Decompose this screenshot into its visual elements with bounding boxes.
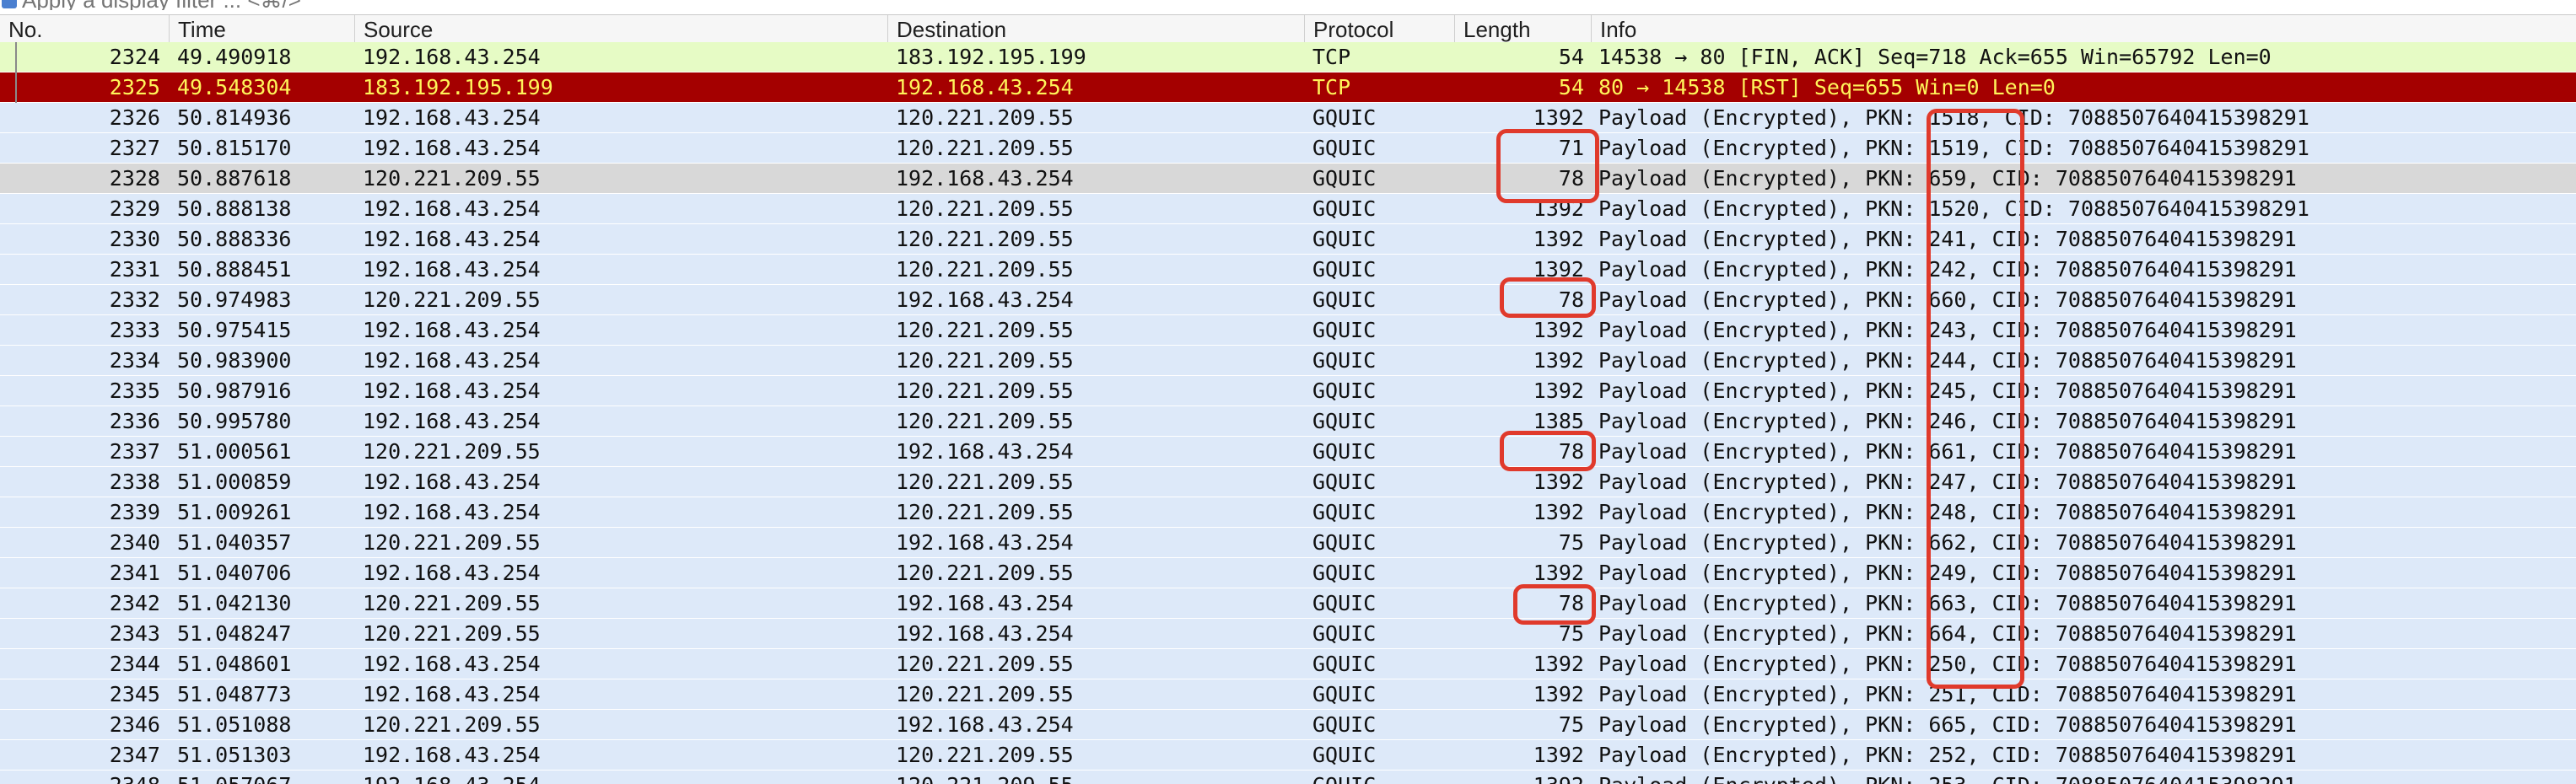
cell-info: Payload (Encrypted), PKN: 241, CID: 7088… xyxy=(1598,227,2297,251)
cell-length: 1392 xyxy=(1533,257,1584,282)
cell-length: 1392 xyxy=(1533,561,1584,585)
column-header-destination[interactable]: Destination xyxy=(887,15,1304,42)
cell-length: 71 xyxy=(1558,136,1584,160)
cell-info: Payload (Encrypted), PKN: 243, CID: 7088… xyxy=(1598,318,2297,342)
cell-length: 1392 xyxy=(1533,470,1584,494)
cell-length: 1392 xyxy=(1533,227,1584,251)
packet-row[interactable]: 2324 49.490918 192.168.43.254 183.192.195.1… xyxy=(0,42,2576,72)
column-header-time[interactable]: Time xyxy=(169,15,354,42)
cell-length: 54 xyxy=(1558,45,1584,69)
packet-row[interactable]: 2329 50.888138 192.168.43.254 120.221.209.5… xyxy=(0,194,2576,224)
cell-length: 54 xyxy=(1558,75,1584,99)
cell-info: Payload (Encrypted), PKN: 659, CID: 7088… xyxy=(1598,166,2297,191)
cell-info: Payload (Encrypted), PKN: 1518, CID: 708… xyxy=(1598,105,2309,130)
cell-info: 80 → 14538 [RST] Seq=655 Win=0 Len=0 xyxy=(1598,75,2056,99)
cell-info: Payload (Encrypted), PKN: 661, CID: 7088… xyxy=(1598,439,2297,464)
packet-row[interactable]: 2341 51.040706 192.168.43.254 120.221.209.5… xyxy=(0,558,2576,588)
cell-info: 14538 → 80 [FIN, ACK] Seq=718 Ack=655 Wi… xyxy=(1598,45,2272,69)
cell-length: 78 xyxy=(1558,439,1584,464)
cell-length: 78 xyxy=(1558,591,1584,615)
cell-length: 75 xyxy=(1558,712,1584,737)
column-header-length[interactable]: Length xyxy=(1454,15,1591,42)
display-filter-bar xyxy=(0,0,2576,15)
cell-length: 78 xyxy=(1558,287,1584,312)
cell-length: 1392 xyxy=(0,771,1584,784)
cell-info: Payload (Encrypted), PKN: 246, CID: 7088… xyxy=(1598,409,2297,433)
cell-info: Payload (Encrypted), PKN: 244, CID: 7088… xyxy=(1598,348,2297,373)
column-header-protocol[interactable]: Protocol xyxy=(1304,15,1454,42)
cell-length: 1392 xyxy=(1533,105,1584,130)
cell-length: 1392 xyxy=(1533,348,1584,373)
packet-row[interactable]: 2335 50.987916 192.168.43.254 120.221.209.5… xyxy=(0,376,2576,406)
cell-info: Payload (Encrypted), PKN: 247, CID: 7088… xyxy=(1598,470,2297,494)
packet-row[interactable]: 2342 51.042130 120.221.209.55 192.168.43.25… xyxy=(0,588,2576,619)
cell-info: Payload (Encrypted), PKN: 249, CID: 7088… xyxy=(1598,561,2297,585)
packet-row[interactable]: 2332 50.974983 120.221.209.55 192.168.43.25… xyxy=(0,285,2576,315)
packet-list-header: No. Time Source Destination Protocol Len… xyxy=(0,15,2576,43)
cell-length: 1392 xyxy=(1533,652,1584,676)
bookmark-filter-icon[interactable] xyxy=(2,0,17,8)
packet-row[interactable]: 2330 50.888336 192.168.43.254 120.221.209.5… xyxy=(0,224,2576,255)
cell-info: Payload (Encrypted), PKN: 251, CID: 7088… xyxy=(1598,682,2297,706)
packet-row[interactable]: 2338 51.000859 192.168.43.254 120.221.209.5… xyxy=(0,467,2576,497)
packet-row[interactable]: 2346 51.051088 120.221.209.55 192.168.43.25… xyxy=(0,710,2576,740)
column-header-source[interactable]: Source xyxy=(354,15,887,42)
cell-length: 1392 xyxy=(1533,500,1584,524)
packet-row[interactable]: 234851.057067192.168.43.254120.221.209.5… xyxy=(0,771,2576,784)
cell-length: 75 xyxy=(1558,530,1584,555)
cell-length: 78 xyxy=(1558,166,1584,191)
packet-row[interactable]: 2337 51.000561 120.221.209.55 192.168.43.25… xyxy=(0,437,2576,467)
packet-row[interactable]: 2327 50.815170 192.168.43.254 120.221.209.5… xyxy=(0,133,2576,164)
packet-row[interactable]: 2326 50.814936 192.168.43.254 120.221.209.5… xyxy=(0,103,2576,133)
packet-row[interactable]: 2331 50.888451 192.168.43.254 120.221.209.5… xyxy=(0,255,2576,285)
cell-info: Payload (Encrypted), PKN: 248, CID: 7088… xyxy=(1598,500,2297,524)
packet-row[interactable]: 2345 51.048773 192.168.43.254 120.221.209.5… xyxy=(0,679,2576,710)
packet-row[interactable]: 2347 51.051303 192.168.43.254 120.221.209.5… xyxy=(0,740,2576,771)
packet-list: 2324 49.490918 192.168.43.254 183.192.195.1… xyxy=(0,42,2576,784)
cell-info: Payload (Encrypted), PKN: 662, CID: 7088… xyxy=(1598,530,2297,555)
cell-info: Payload (Encrypted), PKN: 664, CID: 7088… xyxy=(1598,621,2297,646)
cell-info: Payload (Encrypted), PKN: 242, CID: 7088… xyxy=(1598,257,2297,282)
cell-info: Payload (Encrypted), PKN: 660, CID: 7088… xyxy=(1598,287,2297,312)
packet-row[interactable]: 2344 51.048601 192.168.43.254 120.221.209.5… xyxy=(0,649,2576,679)
display-filter-input[interactable] xyxy=(22,0,2569,10)
packet-row[interactable]: 2343 51.048247 120.221.209.55 192.168.43.25… xyxy=(0,619,2576,649)
cell-info: Payload (Encrypted), PKN: 245, CID: 7088… xyxy=(1598,379,2297,403)
packet-row[interactable]: 2333 50.975415 192.168.43.254 120.221.209.5… xyxy=(0,315,2576,346)
cell-length: 1392 xyxy=(1533,196,1584,221)
cell-info: Payload (Encrypted), PKN: 1520, CID: 708… xyxy=(1598,196,2309,221)
cell-info: Payload (Encrypted), PKN: 663, CID: 7088… xyxy=(1598,591,2297,615)
packet-row[interactable]: 2328 50.887618 120.221.209.55 192.168.43.25… xyxy=(0,164,2576,194)
cell-length: 75 xyxy=(1558,621,1584,646)
packet-row[interactable]: 2336 50.995780 192.168.43.254 120.221.209.5… xyxy=(0,406,2576,437)
cell-info: Payload (Encrypted), PKN: 665, CID: 7088… xyxy=(1598,712,2297,737)
cell-length: 1392 xyxy=(1533,318,1584,342)
packet-row[interactable]: 2340 51.040357 120.221.209.55 192.168.43.25… xyxy=(0,528,2576,558)
cell-length: 1392 xyxy=(1533,379,1584,403)
column-header-no[interactable]: No. xyxy=(0,15,169,42)
cell-info: Payload (Encrypted), PKN: 252, CID: 7088… xyxy=(1598,743,2297,767)
packet-row[interactable]: 2325 49.548304 183.192.195.199 192.168.43.2… xyxy=(0,72,2576,103)
cell-info: Payload (Encrypted), PKN: 253, CID: 7088… xyxy=(1598,771,2297,784)
column-header-info[interactable]: Info xyxy=(1591,15,2576,42)
packet-row[interactable]: 2334 50.983900 192.168.43.254 120.221.209.5… xyxy=(0,346,2576,376)
packet-row[interactable]: 2339 51.009261 192.168.43.254 120.221.209.5… xyxy=(0,497,2576,528)
cell-length: 1392 xyxy=(1533,743,1584,767)
cell-length: 1392 xyxy=(1533,682,1584,706)
cell-info: Payload (Encrypted), PKN: 1519, CID: 708… xyxy=(1598,136,2309,160)
cell-length: 1385 xyxy=(1533,409,1584,433)
cell-info: Payload (Encrypted), PKN: 250, CID: 7088… xyxy=(1598,652,2297,676)
